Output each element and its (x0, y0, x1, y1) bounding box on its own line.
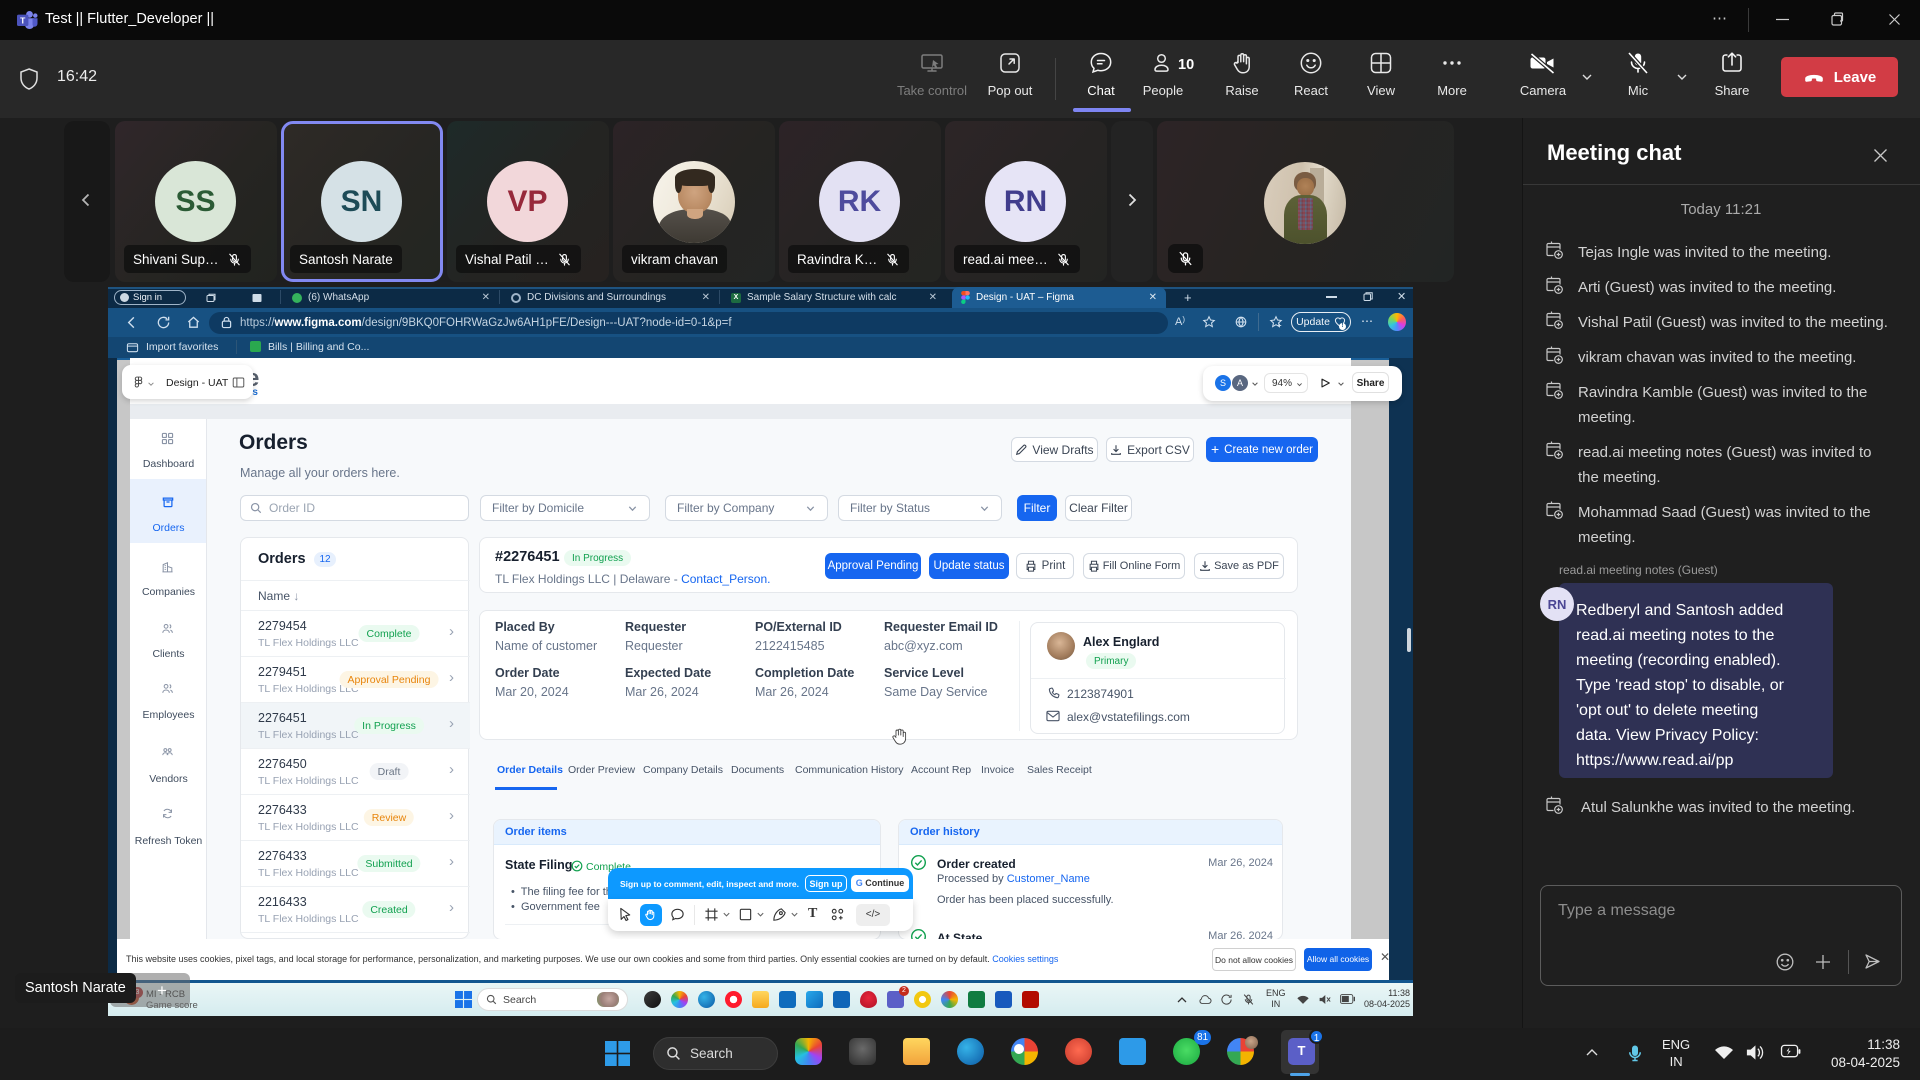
svg-text:T: T (20, 15, 26, 25)
